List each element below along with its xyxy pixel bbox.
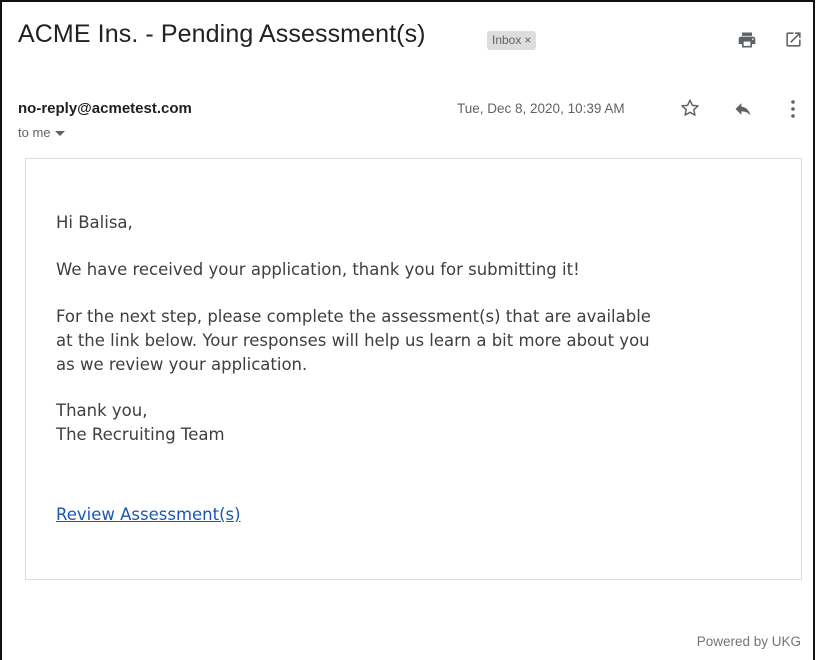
review-assessment-link[interactable]: Review Assessment(s)	[56, 503, 241, 527]
message-date: Tue, Dec 8, 2020, 10:39 AM	[457, 101, 625, 116]
open-in-new-icon[interactable]	[784, 30, 803, 49]
caret-down-icon[interactable]	[54, 130, 65, 137]
body-para-2-line-3: as we review your application.	[56, 355, 308, 374]
star-icon[interactable]	[679, 97, 701, 119]
body-line-1: We have received your application, thank…	[56, 260, 580, 279]
body-para-2-line-1: For the next step, please complete the a…	[56, 307, 651, 326]
recipient-label: to me	[18, 125, 51, 140]
reply-icon[interactable]	[732, 99, 754, 119]
remove-label-icon[interactable]: ×	[524, 33, 531, 47]
more-vert-icon[interactable]	[785, 98, 801, 120]
message-body: Hi Balisa, We have received your applica…	[25, 158, 802, 580]
body-para-2-line-2: at the link below. Your responses will h…	[56, 331, 650, 350]
email-subject: ACME Ins. - Pending Assessment(s)	[18, 20, 426, 48]
signature: The Recruiting Team	[56, 425, 225, 444]
inbox-label-chip[interactable]: Inbox ×	[487, 31, 537, 50]
recipient-toggle[interactable]: to me	[18, 125, 65, 140]
powered-by-footer: Powered by UKG	[696, 634, 801, 649]
sender-address[interactable]: no-reply@acmetest.com	[18, 100, 192, 117]
greeting: Hi Balisa,	[56, 213, 133, 232]
inbox-label-text: Inbox	[492, 33, 522, 47]
print-icon[interactable]	[737, 30, 757, 50]
signoff: Thank you,	[56, 401, 148, 420]
